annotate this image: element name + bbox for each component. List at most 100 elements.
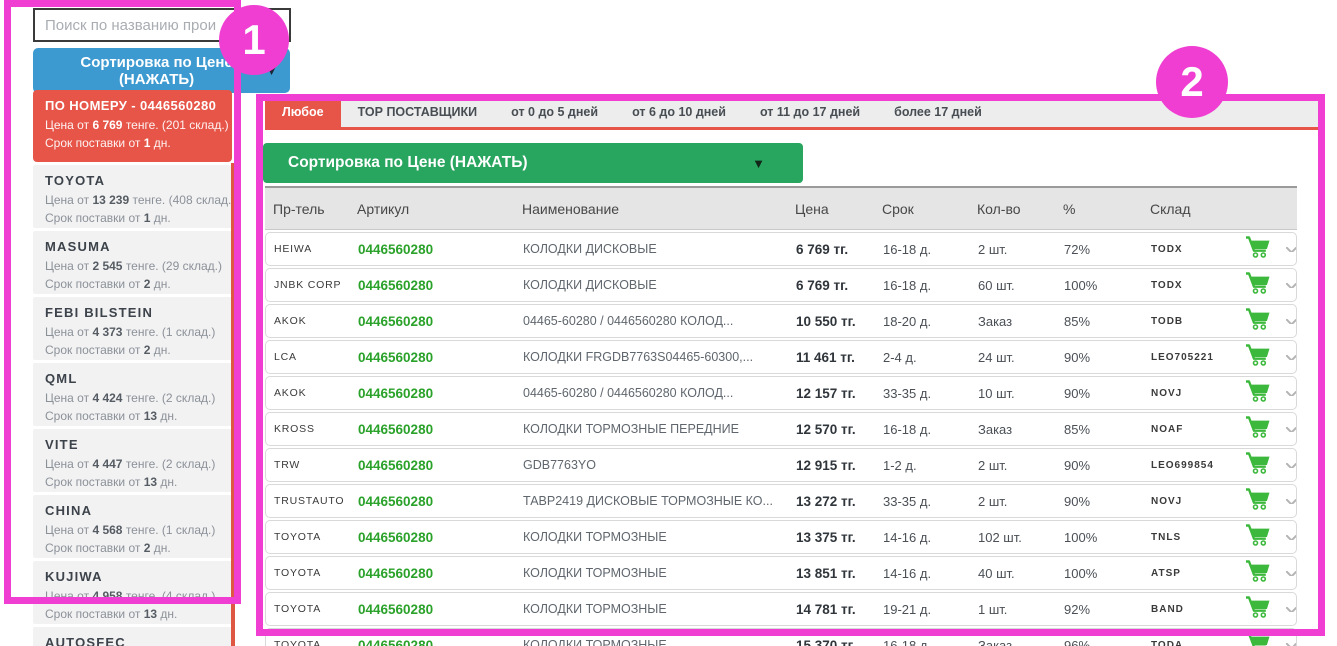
- row-article-link[interactable]: 0446560280: [358, 422, 523, 437]
- table-row[interactable]: HEIWA 0446560280 КОЛОДКИ ДИСКОВЫЕ 6 769 …: [265, 232, 1297, 266]
- row-article-link[interactable]: 0446560280: [358, 602, 523, 617]
- sidebar-item[interactable]: KUJIWA Цена от 4 958 тенге. (4 склад.) С…: [33, 561, 232, 624]
- sidebar-item-term: Срок поставки от 1 дн.: [45, 209, 222, 227]
- add-to-cart-button[interactable]: [1244, 344, 1286, 371]
- row-article-link[interactable]: 0446560280: [358, 278, 523, 293]
- table-row[interactable]: JNBK CORP 0446560280 КОЛОДКИ ДИСКОВЫЕ 6 …: [265, 268, 1297, 302]
- row-article-link[interactable]: 0446560280: [358, 314, 523, 329]
- row-percent: 90%: [1064, 350, 1151, 365]
- table-row[interactable]: TOYOTA 0446560280 КОЛОДКИ ТОРМОЗНЫЕ 13 3…: [265, 520, 1297, 554]
- row-price: 12 157 тг.: [796, 386, 883, 401]
- row-maker: AKOK: [274, 387, 358, 399]
- table-row[interactable]: TOYOTA 0446560280 КОЛОДКИ ТОРМОЗНЫЕ 14 7…: [265, 592, 1297, 626]
- col-percent: %: [1063, 201, 1150, 217]
- annotation-badge-2: 2: [1156, 46, 1228, 118]
- table-row[interactable]: TRUSTAUTO 0446560280 ТАВР2419 ДИСКОВЫЕ Т…: [265, 484, 1297, 518]
- sidebar-item-price: Цена от 4 568 тенге. (1 склад.): [45, 521, 222, 539]
- sidebar-scrollbar[interactable]: [231, 163, 235, 646]
- row-expand-chevron[interactable]: [1286, 319, 1296, 324]
- sidebar-item-price: Цена от 4 958 тенге. (4 склад.): [45, 587, 222, 605]
- row-store: TODB: [1151, 316, 1244, 327]
- add-to-cart-button[interactable]: [1244, 596, 1286, 623]
- row-qty: Заказ: [978, 638, 1064, 646]
- row-expand-chevron[interactable]: [1286, 463, 1296, 468]
- annotation-badge-1: 1: [219, 5, 289, 75]
- row-qty: 102 шт.: [978, 530, 1064, 545]
- cart-icon: [1244, 308, 1271, 330]
- tab-more-17-days[interactable]: более 17 дней: [877, 97, 999, 127]
- sidebar-item-price: Цена от 13 239 тенге. (408 склад.): [45, 191, 222, 209]
- row-qty: 2 шт.: [978, 242, 1064, 257]
- add-to-cart-button[interactable]: [1244, 452, 1286, 479]
- row-expand-chevron[interactable]: [1286, 355, 1296, 360]
- table-row[interactable]: LCA 0446560280 КОЛОДКИ FRGDB7763S04465-6…: [265, 340, 1297, 374]
- tab-top-suppliers[interactable]: ТОР ПОСТАВЩИКИ: [341, 97, 495, 127]
- row-article-link[interactable]: 0446560280: [358, 458, 523, 473]
- table-row[interactable]: TRW 0446560280 GDB7763YO 12 915 тг. 1-2 …: [265, 448, 1297, 482]
- row-maker: TOYOTA: [274, 639, 358, 646]
- add-to-cart-button[interactable]: [1244, 416, 1286, 443]
- row-article-link[interactable]: 0446560280: [358, 386, 523, 401]
- col-store: Склад: [1150, 201, 1243, 217]
- tab-6-10-days[interactable]: от 6 до 10 дней: [615, 97, 743, 127]
- row-store: NOVJ: [1151, 496, 1244, 507]
- table-row[interactable]: KROSS 0446560280 КОЛОДКИ ТОРМОЗНЫЕ ПЕРЕД…: [265, 412, 1297, 446]
- add-to-cart-button[interactable]: [1244, 236, 1286, 263]
- sidebar-item[interactable]: CHINA Цена от 4 568 тенге. (1 склад.) Ср…: [33, 495, 232, 558]
- sidebar-item-term: Срок поставки от 13 дн.: [45, 605, 222, 623]
- row-expand-chevron[interactable]: [1286, 607, 1296, 612]
- sidebar-item-brand: QML: [45, 371, 222, 386]
- add-to-cart-button[interactable]: [1244, 308, 1286, 335]
- row-expand-chevron[interactable]: [1286, 535, 1296, 540]
- tab-0-5-days[interactable]: от 0 до 5 дней: [494, 97, 615, 127]
- add-to-cart-button[interactable]: [1244, 560, 1286, 587]
- sidebar-item[interactable]: TOYOTA Цена от 13 239 тенге. (408 склад.…: [33, 165, 232, 228]
- table-row[interactable]: TOYOTA 0446560280 КОЛОДКИ ТОРМОЗНЫЕ 13 8…: [265, 556, 1297, 590]
- row-name: КОЛОДКИ ТОРМОЗНЫЕ: [523, 566, 796, 580]
- table-row[interactable]: AKOK 0446560280 04465-60280 / 0446560280…: [265, 376, 1297, 410]
- table-row[interactable]: AKOK 0446560280 04465-60280 / 0446560280…: [265, 304, 1297, 338]
- row-maker: AKOK: [274, 315, 358, 327]
- tab-any[interactable]: Любое: [265, 97, 341, 127]
- row-article-link[interactable]: 0446560280: [358, 494, 523, 509]
- sidebar-item-brand: FEBI BILSTEIN: [45, 305, 222, 320]
- add-to-cart-button[interactable]: [1244, 272, 1286, 299]
- row-name: GDB7763YO: [523, 458, 796, 472]
- add-to-cart-button[interactable]: [1244, 488, 1286, 515]
- sidebar-item[interactable]: MASUMA Цена от 2 545 тенге. (29 склад.) …: [33, 231, 232, 294]
- results-sort-button[interactable]: Сортировка по Цене (НАЖАТЬ) ▼: [263, 143, 803, 183]
- row-expand-chevron[interactable]: [1286, 643, 1296, 646]
- tab-11-17-days[interactable]: от 11 до 17 дней: [743, 97, 877, 127]
- sidebar-item[interactable]: VITE Цена от 4 447 тенге. (2 склад.) Сро…: [33, 429, 232, 492]
- row-article-link[interactable]: 0446560280: [358, 350, 523, 365]
- row-article-link[interactable]: 0446560280: [358, 638, 523, 646]
- row-maker: TOYOTA: [274, 531, 358, 543]
- row-percent: 100%: [1064, 566, 1151, 581]
- row-article-link[interactable]: 0446560280: [358, 566, 523, 581]
- row-name: ТАВР2419 ДИСКОВЫЕ ТОРМОЗНЫЕ КО...: [523, 494, 796, 508]
- sidebar-item[interactable]: AUTOSFEC Цена от Срок поставки от дн.: [33, 627, 232, 646]
- add-to-cart-button[interactable]: [1244, 632, 1286, 646]
- row-maker: JNBK CORP: [274, 279, 358, 291]
- row-expand-chevron[interactable]: [1286, 391, 1296, 396]
- row-expand-chevron[interactable]: [1286, 499, 1296, 504]
- sidebar-item[interactable]: FEBI BILSTEIN Цена от 4 373 тенге. (1 ск…: [33, 297, 232, 360]
- row-price: 13 375 тг.: [796, 530, 883, 545]
- sidebar-item-selected[interactable]: ПО НОМЕРУ - 0446560280 Цена от 6 769 тен…: [33, 90, 232, 162]
- row-article-link[interactable]: 0446560280: [358, 242, 523, 257]
- table-header: Пр-тель Артикул Наименование Цена Срок К…: [265, 186, 1297, 230]
- row-expand-chevron[interactable]: [1286, 247, 1296, 252]
- row-expand-chevron[interactable]: [1286, 571, 1296, 576]
- row-article-link[interactable]: 0446560280: [358, 530, 523, 545]
- table-row[interactable]: TOYOTA 0446560280 КОЛОДКИ ТОРМОЗНЫЕ 15 3…: [265, 628, 1297, 646]
- sidebar-item-price: Цена от 4 424 тенге. (2 склад.): [45, 389, 222, 407]
- add-to-cart-button[interactable]: [1244, 380, 1286, 407]
- row-price: 13 272 тг.: [796, 494, 883, 509]
- row-expand-chevron[interactable]: [1286, 427, 1296, 432]
- row-term: 14-16 д.: [883, 530, 978, 545]
- row-expand-chevron[interactable]: [1286, 283, 1296, 288]
- sidebar-item-term: Срок поставки от 13 дн.: [45, 407, 222, 425]
- sidebar-item-price: Цена от 4 447 тенге. (2 склад.): [45, 455, 222, 473]
- sidebar-item[interactable]: QML Цена от 4 424 тенге. (2 склад.) Срок…: [33, 363, 232, 426]
- add-to-cart-button[interactable]: [1244, 524, 1286, 551]
